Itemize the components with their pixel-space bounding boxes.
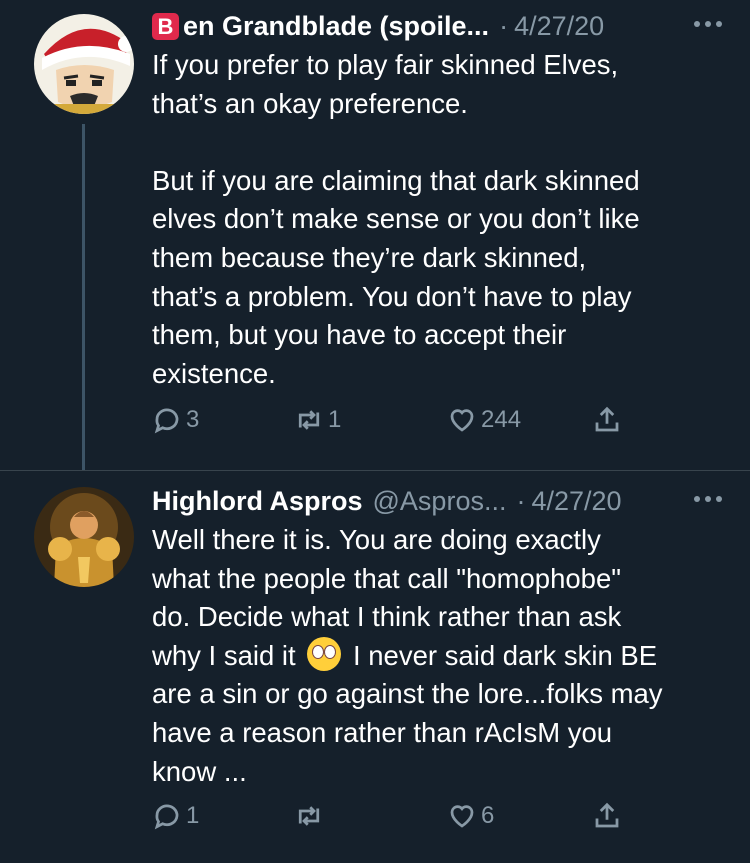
tweet-date[interactable]: 4/27/20: [531, 486, 621, 517]
more-options-icon[interactable]: [688, 14, 722, 34]
tweet-date[interactable]: 4/27/20: [514, 11, 604, 42]
like-button[interactable]: 244: [447, 405, 521, 435]
retweet-button[interactable]: [294, 801, 328, 831]
like-count: 6: [481, 802, 495, 829]
retweet-button[interactable]: 1: [294, 405, 341, 435]
like-button[interactable]: 6: [447, 801, 494, 831]
share-button[interactable]: [592, 801, 622, 831]
share-button[interactable]: [592, 405, 622, 435]
tweet-header: B en Grandblade (spoile... · 4/27/20: [152, 8, 722, 44]
more-options-icon[interactable]: [688, 489, 722, 509]
reply-count: 3: [186, 406, 200, 433]
tweet-actions: 1 6: [152, 801, 632, 841]
tweet[interactable]: B en Grandblade (spoile... · 4/27/20 If …: [0, 0, 750, 470]
tweet-text: If you prefer to play fair skinned Elves…: [152, 49, 640, 389]
face-with-rolling-eyes-icon: [307, 636, 342, 671]
avatar[interactable]: [34, 14, 134, 114]
avatar[interactable]: [34, 487, 134, 587]
cartoon-avatar-santa-hat-icon: [34, 14, 134, 114]
tweet-text: Well there it is. You are doing exactly …: [152, 521, 722, 791]
tweet-content: B en Grandblade (spoile... · 4/27/20 If …: [152, 8, 722, 393]
share-icon: [595, 802, 619, 828]
retweet-icon: [298, 806, 320, 826]
thread-connector-line: [82, 124, 85, 470]
tweet-actions: 3 1 244: [152, 405, 632, 445]
tweet[interactable]: Highlord Aspros @Aspros... · 4/27/20 Wel…: [0, 470, 750, 863]
reply-count: 1: [186, 802, 200, 829]
tweet-header: Highlord Aspros @Aspros... · 4/27/20: [152, 483, 722, 519]
author-name[interactable]: Highlord Aspros: [152, 486, 363, 517]
reply-button[interactable]: 1: [152, 801, 199, 831]
separator-dot: ·: [516, 485, 526, 516]
armored-paladin-avatar-icon: [34, 487, 134, 587]
tweet-content: Highlord Aspros @Aspros... · 4/27/20 Wel…: [152, 483, 722, 791]
retweet-count: 1: [328, 406, 342, 433]
reply-icon: [154, 804, 179, 830]
letter-b-emoji-icon: B: [152, 12, 179, 40]
share-icon: [595, 406, 619, 432]
heart-icon: [450, 805, 474, 828]
separator-dot: ·: [499, 10, 509, 41]
reply-button[interactable]: 3: [152, 405, 199, 435]
author-name[interactable]: en Grandblade (spoile...: [183, 11, 489, 42]
heart-icon: [450, 409, 474, 432]
like-count: 244: [481, 406, 522, 433]
author-handle[interactable]: @Aspros...: [373, 486, 507, 517]
retweet-icon: [298, 410, 320, 430]
reply-icon: [154, 408, 179, 434]
